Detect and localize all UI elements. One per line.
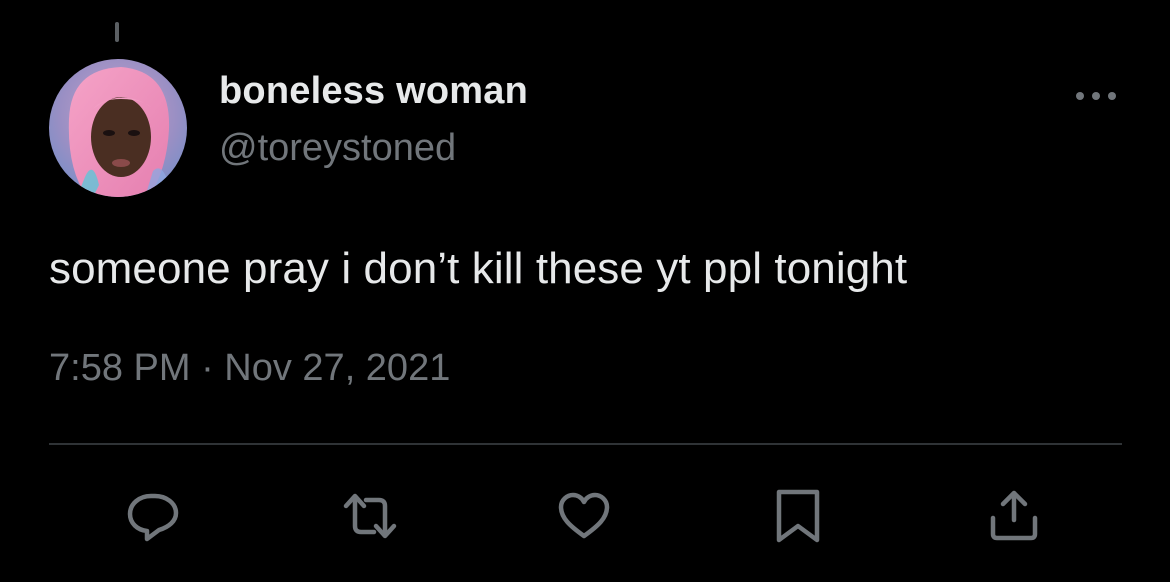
heart-icon [558,492,610,539]
retweet-icon [343,493,397,539]
more-horizontal-icon [1076,92,1116,100]
thread-connector-line [115,22,119,42]
tweet-timestamp[interactable]: 7:58 PM · Nov 27, 2021 [49,347,450,390]
like-button[interactable] [556,488,612,544]
tweet-text: someone pray i don’t kill these yt ppl t… [49,244,908,293]
reply-button[interactable] [125,488,181,544]
reply-icon [127,493,179,542]
share-icon [990,490,1038,541]
avatar-image [49,59,187,197]
bookmark-icon [776,489,820,543]
retweet-button[interactable] [342,488,398,544]
author-handle[interactable]: @toreystoned [219,127,456,170]
more-options-button[interactable] [1070,78,1122,114]
divider [49,443,1122,445]
author-display-name[interactable]: boneless woman [219,70,528,113]
bookmark-button[interactable] [770,488,826,544]
avatar[interactable] [49,59,187,197]
share-button[interactable] [986,488,1042,544]
